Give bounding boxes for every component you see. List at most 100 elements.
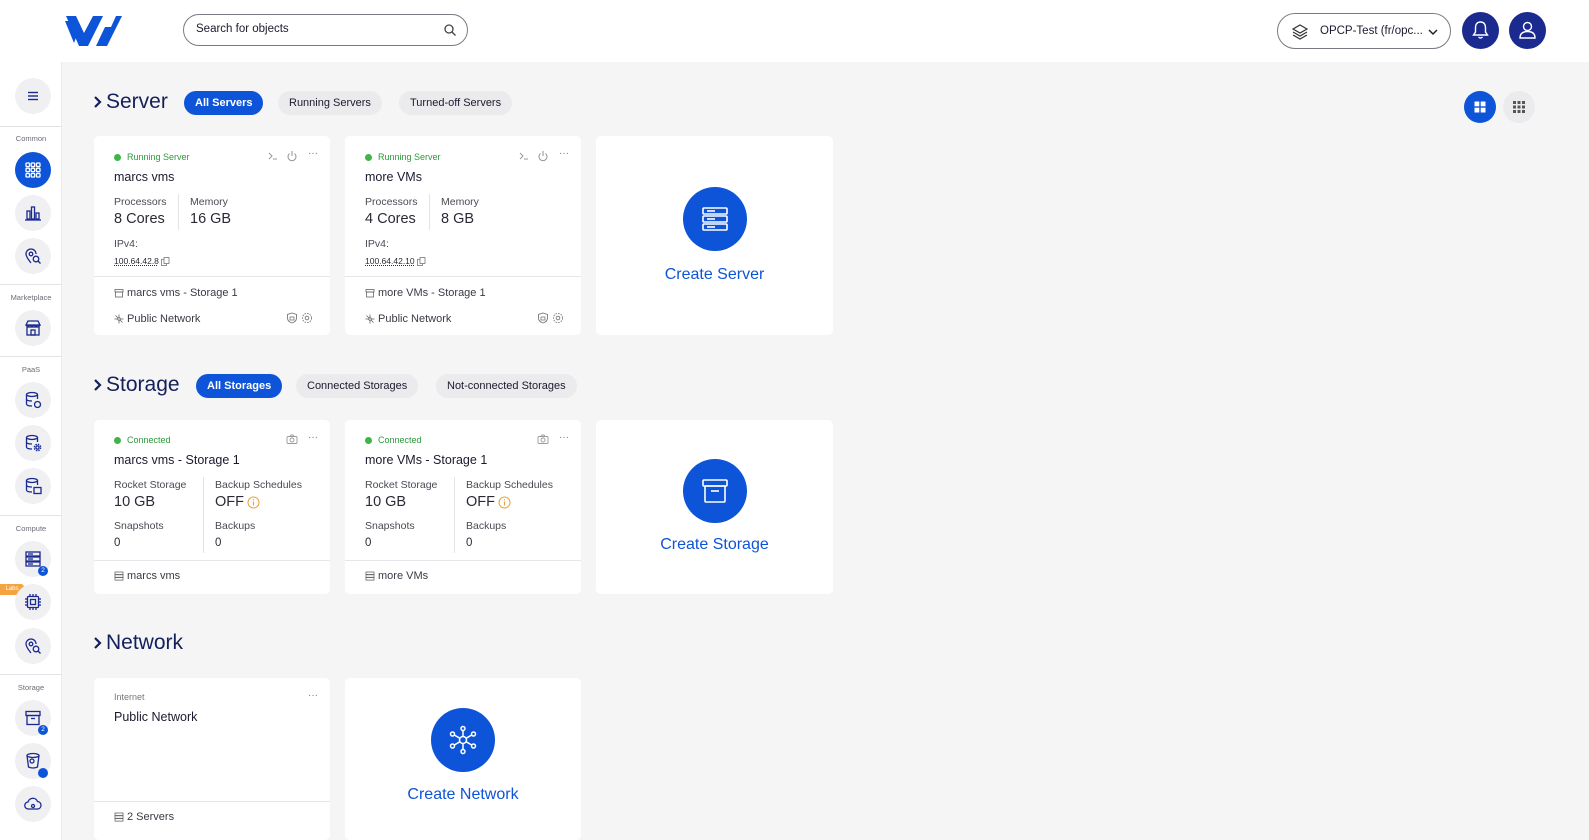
attached-storage-label: more VMs - Storage 1 [378, 287, 486, 299]
filter-all-storages[interactable]: All Storages [196, 374, 283, 398]
camera-icon[interactable] [537, 433, 549, 445]
create-server-button[interactable] [683, 187, 747, 251]
attached-network-label: Public Network [378, 313, 452, 325]
storage-card[interactable]: Connected ··· more VMs - Storage 1 Rocke… [345, 420, 581, 594]
storage-section-title: Storage [106, 373, 180, 396]
divider [429, 194, 430, 230]
create-server-card[interactable]: Create Server [596, 136, 833, 335]
power-icon[interactable] [537, 150, 549, 162]
copy-icon[interactable] [161, 256, 170, 266]
location-search-icon [25, 638, 41, 654]
more-options-button[interactable]: ··· [308, 432, 318, 443]
copy-icon[interactable] [416, 256, 426, 266]
search-bar[interactable] [183, 14, 468, 46]
server-name: more VMs [365, 170, 422, 184]
notifications-button[interactable] [1462, 12, 1499, 49]
network-name: Public Network [114, 710, 198, 724]
ipv4-value: 100.64.42.10 [365, 256, 415, 266]
ipv4-address[interactable]: 100.64.42.10 [365, 256, 426, 266]
sidebar-item-statistics[interactable] [15, 195, 51, 231]
backups-label: Backups [215, 520, 256, 532]
project-selector[interactable]: OPCP-Test (fr/opc... [1277, 13, 1451, 49]
filter-running-servers[interactable]: Running Servers [278, 91, 382, 115]
storages-count-badge: 2 [38, 725, 48, 735]
info-icon[interactable] [498, 496, 511, 509]
create-network-card[interactable]: Create Network [345, 678, 581, 840]
create-storage-card[interactable]: Create Storage [596, 420, 833, 594]
menu-toggle-button[interactable] [15, 78, 51, 114]
sidebar-item-gpu[interactable] [15, 584, 51, 620]
console-icon[interactable] [267, 150, 279, 162]
filter-not-connected-storages[interactable]: Not-connected Storages [436, 374, 577, 398]
database-gear-icon [25, 434, 42, 452]
sidebar-item-compute-locations[interactable] [15, 628, 51, 664]
server-status: Running Server [114, 152, 190, 162]
sidebar-item-dashboard[interactable] [15, 152, 51, 188]
server-card[interactable]: Running Server ··· marcs vms Processors … [94, 136, 330, 335]
divider [94, 276, 330, 277]
server-status-label: Running Server [378, 152, 441, 162]
sidebar-item-marketplace[interactable] [15, 310, 51, 346]
search-icon[interactable] [443, 23, 457, 37]
power-icon[interactable] [286, 150, 298, 162]
sidebar-item-cloud-storage[interactable] [15, 786, 51, 822]
storage-status: Connected [365, 435, 422, 445]
server-card[interactable]: Running Server ··· more VMs Processors 4… [345, 136, 581, 335]
user-profile-button[interactable] [1509, 12, 1546, 49]
info-icon[interactable] [247, 496, 260, 509]
storage-card[interactable]: Connected ··· marcs vms - Storage 1 Rock… [94, 420, 330, 594]
sidebar-group-marketplace: Marketplace [10, 293, 52, 302]
sidebar-item-database-settings[interactable] [15, 425, 51, 461]
firewall-icon[interactable] [537, 312, 549, 324]
network-servers[interactable]: 2 Servers [114, 811, 174, 823]
settings-icon[interactable] [552, 312, 564, 324]
settings-icon[interactable] [301, 312, 313, 324]
attached-network[interactable]: Public Network [114, 313, 200, 325]
card-view-button[interactable] [1464, 91, 1496, 123]
ipv4-address[interactable]: 100.64.42.8 [114, 256, 170, 266]
attached-server[interactable]: marcs vms [114, 570, 180, 582]
storage-section-header[interactable]: Storage [92, 373, 180, 397]
grid-small-icon [1513, 101, 1525, 113]
ipv4-label: IPv4: [114, 238, 138, 250]
filter-all-servers[interactable]: All Servers [184, 91, 264, 115]
sidebar-item-database-sync[interactable] [15, 382, 51, 418]
compact-view-button[interactable] [1503, 91, 1535, 123]
more-options-button[interactable]: ··· [559, 148, 569, 159]
network-card[interactable]: Internet ··· Public Network 2 Servers [94, 678, 330, 840]
create-storage-label: Create Storage [660, 536, 769, 553]
console-icon[interactable] [518, 150, 530, 162]
search-input[interactable] [196, 23, 436, 35]
firewall-icon[interactable] [286, 312, 298, 324]
filter-turned-off-servers[interactable]: Turned-off Servers [399, 91, 513, 115]
network-section-header[interactable]: Network [92, 631, 183, 655]
sidebar-divider [0, 356, 62, 357]
filter-connected-storages[interactable]: Connected Storages [296, 374, 419, 398]
chip-icon [25, 594, 41, 610]
more-options-button[interactable]: ··· [308, 148, 318, 159]
sidebar-item-database-storage[interactable] [15, 468, 51, 504]
camera-icon[interactable] [286, 433, 298, 445]
attached-network[interactable]: Public Network [365, 313, 451, 325]
more-options-button[interactable]: ··· [559, 432, 569, 443]
create-storage-button[interactable] [683, 459, 747, 523]
more-options-button[interactable]: ··· [308, 690, 318, 701]
attached-storage[interactable]: marcs vms - Storage 1 [114, 287, 238, 299]
sidebar-item-locations[interactable] [15, 238, 51, 274]
ipv4-value: 100.64.42.8 [114, 256, 159, 266]
location-search-icon [25, 248, 41, 264]
server-name: marcs vms [114, 170, 175, 184]
company-logo[interactable] [62, 13, 124, 49]
status-dot [114, 436, 121, 444]
create-network-button[interactable] [431, 708, 495, 772]
vertical-scrollbar[interactable] [1568, 62, 1589, 840]
chevron-right-icon [94, 96, 102, 108]
sidebar-group-compute: Compute [15, 524, 47, 533]
attached-storage-label: marcs vms - Storage 1 [127, 287, 238, 299]
project-label: OPCP-Test (fr/opc... [1320, 25, 1423, 37]
ipv4-label: IPv4: [365, 238, 389, 250]
attached-server[interactable]: more VMs [365, 570, 428, 582]
storage-type-label: Rocket Storage [365, 479, 438, 491]
attached-storage[interactable]: more VMs - Storage 1 [365, 287, 486, 299]
server-section-header[interactable]: Server [92, 90, 168, 114]
